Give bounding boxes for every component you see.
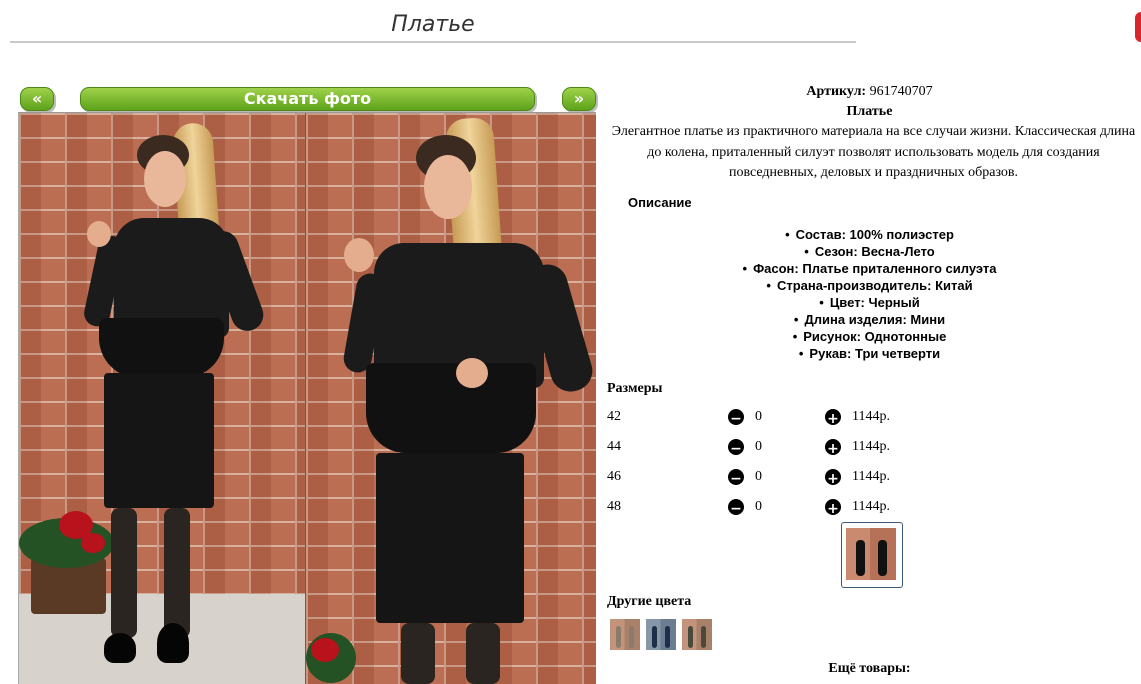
list-item: Рукав: Три четверти xyxy=(598,345,1141,362)
product-name: Платье xyxy=(846,104,893,119)
list-item: Рисунок: Однотонные xyxy=(598,328,1141,345)
download-photo-button[interactable]: Скачать фото xyxy=(80,87,535,111)
more-products-heading: Ещё товары: xyxy=(828,661,911,676)
selected-photo-thumbnail[interactable] xyxy=(841,522,903,588)
list-item: Фасон: Платье приталенного силуэта xyxy=(598,260,1141,277)
product-photo-1[interactable] xyxy=(19,113,305,684)
quantity-value: 0 xyxy=(755,499,762,514)
color-variant-thumbnail[interactable] xyxy=(610,619,640,650)
next-photo-button[interactable]: » xyxy=(562,87,596,111)
article-label: Артикул: xyxy=(806,84,867,99)
sizes-heading: Размеры xyxy=(607,381,663,396)
description-heading: Описание xyxy=(628,195,692,210)
size-label: 46 xyxy=(607,469,621,484)
plus-circle-icon[interactable]: + xyxy=(825,499,841,517)
size-price: 1144р. xyxy=(852,499,890,514)
size-price: 1144р. xyxy=(852,439,890,454)
size-row-42: 42 − 0 + 1144р. xyxy=(607,407,907,437)
property-list: Состав: 100% полиэстер Сезон: Весна-Лето… xyxy=(598,226,1141,362)
list-item: Состав: 100% полиэстер xyxy=(598,226,1141,243)
product-description: Элегантное платье из практичного материа… xyxy=(611,124,1136,180)
size-row-44: 44 − 0 + 1144р. xyxy=(607,437,907,467)
plus-circle-icon[interactable]: + xyxy=(825,469,841,487)
product-photo-2[interactable] xyxy=(305,113,596,684)
list-item: Страна-производитель: Китай xyxy=(598,277,1141,294)
other-colors-heading: Другие цвета xyxy=(607,594,692,609)
size-label: 42 xyxy=(607,409,621,424)
minus-circle-icon[interactable]: − xyxy=(728,469,744,487)
minus-circle-icon[interactable]: − xyxy=(728,439,744,457)
color-variant-thumbnail[interactable] xyxy=(646,619,676,650)
size-row-46: 46 − 0 + 1144р. xyxy=(607,467,907,497)
site-logo[interactable] xyxy=(1135,12,1141,42)
title-divider xyxy=(10,41,856,43)
minus-circle-icon[interactable]: − xyxy=(728,409,744,427)
list-item: Сезон: Весна-Лето xyxy=(598,243,1141,260)
article-value: 961740707 xyxy=(869,84,933,99)
quantity-value: 0 xyxy=(755,439,762,454)
size-price: 1144р. xyxy=(852,409,890,424)
list-item: Цвет: Черный xyxy=(598,294,1141,311)
plus-circle-icon[interactable]: + xyxy=(825,409,841,427)
color-variant-thumbnail[interactable] xyxy=(682,619,712,650)
prev-photo-button[interactable]: « xyxy=(20,87,54,111)
quantity-value: 0 xyxy=(755,469,762,484)
size-label: 44 xyxy=(607,439,621,454)
plus-circle-icon[interactable]: + xyxy=(825,439,841,457)
size-price: 1144р. xyxy=(852,469,890,484)
quantity-value: 0 xyxy=(755,409,762,424)
minus-circle-icon[interactable]: − xyxy=(728,499,744,517)
article-number: Артикул: 961740707 xyxy=(598,82,1141,102)
page-title: Платье xyxy=(391,12,475,37)
list-item: Длина изделия: Мини xyxy=(598,311,1141,328)
size-label: 48 xyxy=(607,499,621,514)
product-photo-gallery xyxy=(18,112,596,684)
